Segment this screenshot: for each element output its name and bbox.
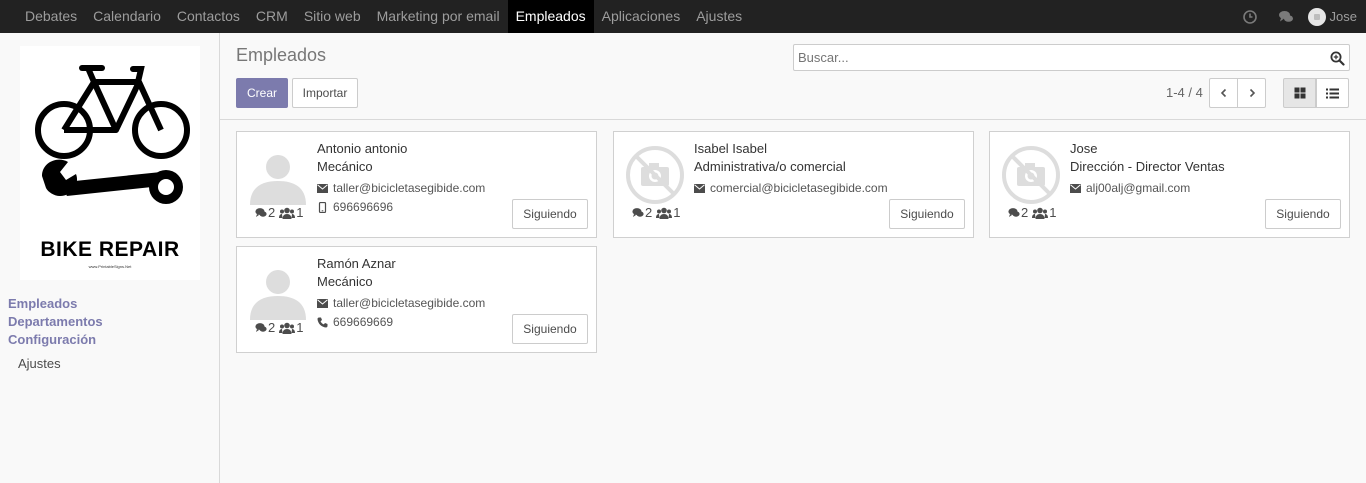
follow-button[interactable]: Siguiendo: [1265, 199, 1341, 229]
card-counters: 2 1: [255, 320, 307, 335]
sidebar-item-empleados[interactable]: Empleados: [8, 295, 103, 313]
menu-item-debates[interactable]: Debates: [17, 0, 85, 33]
mobile-icon: [318, 201, 327, 213]
follower-count: 1: [296, 205, 304, 220]
employee-photo: [248, 260, 308, 320]
no-camera-icon: [1002, 146, 1060, 204]
chevron-right-icon: [1249, 88, 1255, 98]
control-panel: Empleados Crear Importar 1-4 / 4: [220, 33, 1366, 120]
employee-card[interactable]: 2 1 Isabel Isabel Administrativa/o comer…: [613, 131, 974, 238]
employee-phone: 696696696: [333, 200, 394, 214]
sidebar-item-departamentos[interactable]: Departamentos: [8, 313, 103, 331]
menu-item-crm[interactable]: CRM: [248, 0, 296, 33]
avatar: [1307, 7, 1326, 26]
no-camera-icon: [626, 146, 684, 204]
kanban-view-button[interactable]: [1283, 78, 1316, 108]
list-view-button[interactable]: [1316, 78, 1349, 108]
message-count: 2: [645, 205, 653, 220]
envelope-icon: [694, 183, 705, 193]
employee-email[interactable]: alj00alj@gmail.com: [1086, 180, 1190, 196]
import-button[interactable]: Importar: [292, 78, 358, 108]
bike-wrench-logo-icon: [35, 65, 190, 204]
followers-icon: [279, 207, 296, 219]
kanban-icon: [1294, 87, 1305, 99]
top-navbar: Debates Calendario Contactos CRM Sitio w…: [0, 0, 1366, 33]
employee-card[interactable]: 2 1 Antonio antonio Mecánico taller@bici…: [236, 131, 597, 238]
sidebar-menu: Empleados Departamentos Configuración Aj…: [8, 295, 103, 371]
employee-phone: 669669669: [333, 315, 394, 329]
search-icon[interactable]: [1330, 51, 1345, 66]
phone-icon: [317, 317, 328, 327]
company-logo[interactable]: BIKE REPAIR www.PrintableSigns.Net: [20, 46, 200, 280]
menu-item-ajustes[interactable]: Ajustes: [688, 0, 750, 33]
employee-photo: [625, 145, 685, 205]
menu-item-contactos[interactable]: Contactos: [169, 0, 248, 33]
systray: Jose: [1232, 0, 1366, 33]
employee-email[interactable]: taller@bicicletasegibide.com: [333, 295, 485, 311]
chevron-left-icon: [1220, 88, 1226, 98]
comments-icon: [255, 208, 267, 217]
employee-email[interactable]: taller@bicicletasegibide.com: [333, 180, 485, 196]
menu-item-empleados[interactable]: Empleados: [507, 0, 594, 33]
message-count: 2: [268, 320, 276, 335]
follower-count: 1: [1049, 205, 1057, 220]
search-input[interactable]: [794, 45, 1314, 70]
card-counters: 2 1: [255, 205, 307, 220]
employee-photo: [248, 145, 308, 205]
follow-button[interactable]: Siguiendo: [512, 199, 588, 229]
comments-icon: [1008, 208, 1020, 217]
envelope-icon: [317, 298, 328, 308]
employee-name[interactable]: Jose: [1070, 141, 1225, 157]
user-name: Jose: [1329, 9, 1357, 24]
message-count: 2: [1021, 205, 1029, 220]
search-box: [793, 44, 1350, 71]
employee-card[interactable]: 2 1 Jose Dirección - Director Ventas alj…: [989, 131, 1350, 238]
follower-count: 1: [296, 320, 304, 335]
pager-next-button[interactable]: [1237, 78, 1266, 108]
followers-icon: [656, 207, 673, 219]
followers-icon: [279, 322, 296, 334]
employee-job: Mecánico: [317, 274, 373, 289]
page-title: Empleados: [236, 45, 327, 65]
employee-card[interactable]: 2 1 Ramón Aznar Mecánico taller@biciclet…: [236, 246, 597, 353]
logo-url: www.PrintableSigns.Net: [88, 264, 132, 269]
menu-item-calendario[interactable]: Calendario: [85, 0, 169, 33]
user-menu[interactable]: Jose: [1307, 7, 1357, 26]
card-counters: 2 1: [632, 205, 684, 220]
menu-item-sitio-web[interactable]: Sitio web: [296, 0, 369, 33]
pager-previous-button[interactable]: [1209, 78, 1238, 108]
menu-item-marketing[interactable]: Marketing por email: [369, 0, 508, 33]
menu-item-aplicaciones[interactable]: Aplicaciones: [594, 0, 689, 33]
envelope-icon: [317, 183, 328, 193]
person-silhouette-icon: [250, 155, 306, 205]
sidebar-item-configuracion[interactable]: Configuración: [8, 331, 103, 349]
sidebar-item-ajustes[interactable]: Ajustes: [18, 356, 103, 371]
main-menu: Debates Calendario Contactos CRM Sitio w…: [0, 0, 750, 33]
employee-name[interactable]: Isabel Isabel: [694, 141, 888, 157]
employee-name[interactable]: Ramón Aznar: [317, 256, 485, 272]
envelope-icon: [1070, 183, 1081, 193]
follower-count: 1: [673, 205, 681, 220]
employee-job: Mecánico: [317, 159, 373, 174]
employee-photo: [1001, 145, 1061, 205]
follow-button[interactable]: Siguiendo: [889, 199, 965, 229]
sidebar: BIKE REPAIR www.PrintableSigns.Net Emple…: [0, 33, 220, 483]
comments-icon: [255, 323, 267, 332]
employee-job: Dirección - Director Ventas: [1070, 159, 1225, 174]
comments-icon: [632, 208, 644, 217]
employee-name[interactable]: Antonio antonio: [317, 141, 485, 157]
person-silhouette-icon: [250, 270, 306, 320]
card-counters: 2 1: [1008, 205, 1060, 220]
clock-icon[interactable]: [1242, 9, 1258, 25]
list-icon: [1326, 88, 1339, 98]
chat-icon[interactable]: [1278, 9, 1294, 25]
message-count: 2: [268, 205, 276, 220]
logo-text: BIKE REPAIR: [40, 238, 180, 261]
followers-icon: [1032, 207, 1049, 219]
follow-button[interactable]: Siguiendo: [512, 314, 588, 344]
employee-email[interactable]: comercial@bicicletasegibide.com: [710, 180, 888, 196]
pager-value[interactable]: 1-4 / 4: [1166, 85, 1203, 100]
employee-job: Administrativa/o comercial: [694, 159, 846, 174]
create-button[interactable]: Crear: [236, 78, 288, 108]
